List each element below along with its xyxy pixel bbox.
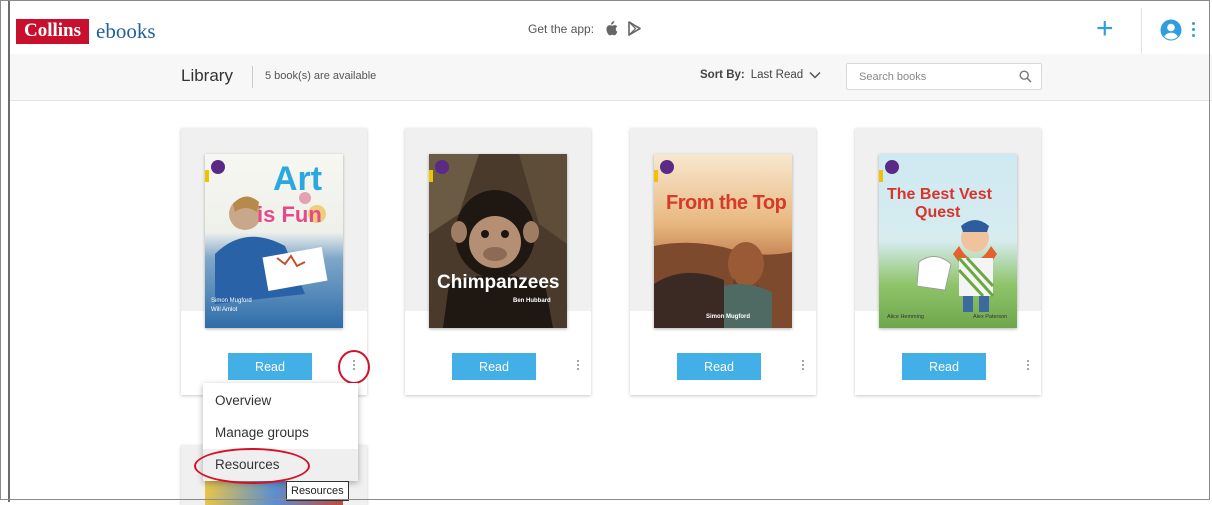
cover-title-line2: is Fun (257, 202, 322, 227)
book-cover-the-best-vest-quest[interactable]: The Best Vest Quest Alice Hemming Alex P… (879, 154, 1017, 328)
big-cat-logo-icon (885, 160, 899, 174)
book-cover-from-the-top[interactable]: From the Top Simon Mugford (654, 154, 792, 328)
collins-ebooks-logo[interactable]: Collins ebooks (16, 18, 156, 44)
logo-collins: Collins (16, 18, 90, 44)
cover-illustration (654, 242, 792, 328)
card-options-icon[interactable] (802, 360, 805, 370)
book-cover-chimpanzees[interactable]: Chimpanzees Ben Hubbard (429, 154, 567, 328)
cover-author: Ben Hubbard (513, 298, 551, 304)
library-toolbar: Library 5 book(s) are available Sort By:… (10, 54, 1212, 101)
search-icon[interactable] (1019, 70, 1032, 83)
user-icon[interactable] (1160, 19, 1182, 41)
read-button[interactable]: Read (677, 353, 761, 380)
page-title: Library (181, 66, 233, 85)
cover-author: Simon Mugford (211, 298, 252, 304)
card-options-icon[interactable] (1027, 360, 1030, 370)
sort-dropdown[interactable]: Sort By: Last Read (700, 69, 821, 81)
menu-item-overview[interactable]: Overview (203, 385, 358, 417)
apple-icon[interactable] (604, 21, 618, 36)
chevron-down-icon (809, 71, 821, 79)
book-card: The Best Vest Quest Alice Hemming Alex P… (855, 128, 1041, 395)
window-edge (8, 0, 10, 502)
sort-label: Sort By: (700, 69, 745, 81)
highlight-annotation (194, 448, 310, 484)
header-divider (1141, 8, 1142, 54)
logo-ebooks: ebooks (96, 19, 156, 43)
cover-illustration (916, 220, 997, 312)
menu-item-manage-groups[interactable]: Manage groups (203, 417, 358, 449)
sort-value: Last Read (750, 69, 804, 81)
title-divider (252, 66, 253, 88)
read-button[interactable]: Read (452, 353, 536, 380)
highlight-annotation (338, 350, 370, 384)
cover-author: Simon Mugford (706, 314, 750, 320)
get-the-app: Get the app: (528, 21, 642, 36)
cover-author: Alice Hemming (887, 314, 924, 320)
search-input[interactable] (847, 64, 1019, 89)
cover-title: Chimpanzees (437, 272, 560, 293)
get-app-label: Get the app: (528, 21, 595, 36)
book-count: 5 book(s) are available (265, 70, 377, 82)
cover-title-line1: Art (273, 160, 323, 198)
cover-title-line2: Quest (915, 204, 961, 221)
kebab-menu-icon[interactable] (1192, 22, 1196, 37)
book-card: Chimpanzees Ben Hubbard Read (405, 128, 591, 395)
read-button[interactable]: Read (228, 353, 312, 380)
card-options-icon[interactable] (577, 360, 580, 370)
plus-icon[interactable]: + (1096, 12, 1114, 46)
read-button[interactable]: Read (902, 353, 986, 380)
big-cat-logo-icon (435, 160, 449, 174)
cover-author: Alex Paterson (973, 314, 1008, 320)
book-card: From the Top Simon Mugford Read (630, 128, 816, 395)
search-box[interactable] (846, 63, 1042, 90)
top-bar: Collins ebooks Get the app: + (10, 8, 1212, 55)
big-cat-logo-icon (660, 160, 674, 174)
tooltip: Resources (286, 481, 349, 501)
book-cover-art-is-fun[interactable]: Art is Fun Simon Mugford Will Amlot (205, 154, 343, 328)
cover-title-line1: The Best Vest (887, 186, 992, 203)
google-play-icon[interactable] (628, 21, 642, 36)
cover-author: Will Amlot (211, 307, 238, 313)
book-card: Art is Fun Simon Mugford Will Amlot Read (181, 128, 367, 395)
cover-title: From the Top (666, 192, 787, 214)
